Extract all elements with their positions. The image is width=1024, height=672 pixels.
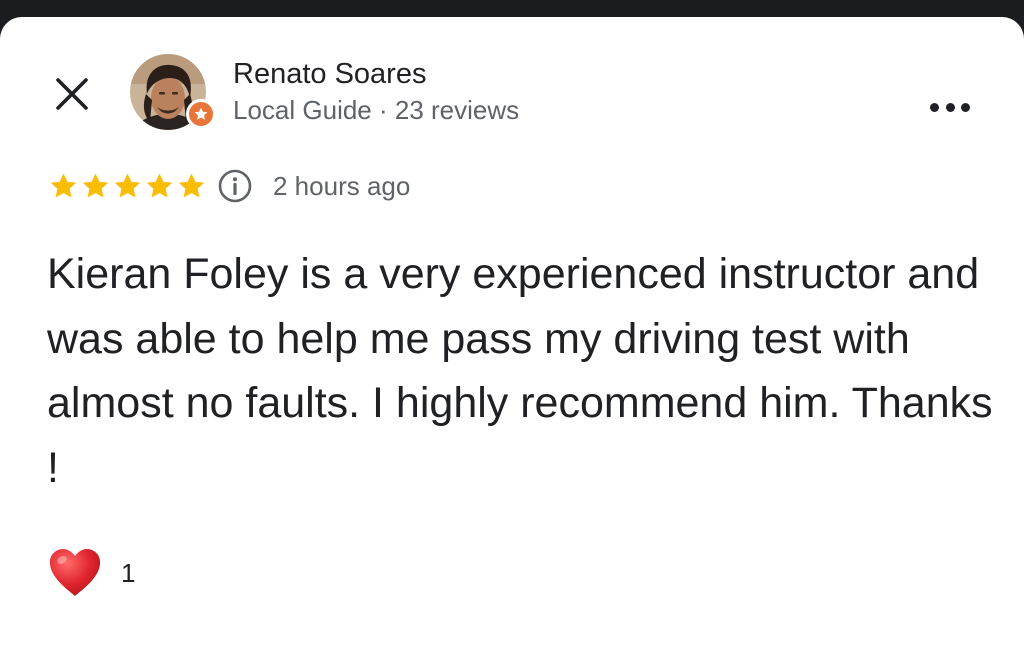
star-icon [146,173,173,198]
close-icon [56,78,88,110]
close-button[interactable] [52,74,92,114]
review-text: Kieran Foley is a very experienced instr… [47,250,993,492]
more-options-button[interactable] [926,89,974,125]
rating-row: 2 hours ago [48,167,410,205]
author-meta: Local Guide · 23 reviews [233,95,520,125]
review-time: 2 hours ago [273,170,411,201]
star-icon [114,173,141,198]
star-icon [50,173,77,198]
more-options-icon [930,102,939,112]
author-name[interactable]: Renato Soares [233,58,426,91]
heart-reaction-button[interactable]: 1 [47,545,135,601]
info-icon[interactable] [217,168,253,204]
red-heart-icon [49,549,101,596]
star-badge-icon [194,107,208,120]
star-icon [82,173,109,198]
local-guide-badge [186,99,216,129]
review-sheet: Renato Soares Local Guide · 23 reviews 2… [0,17,1024,672]
more-options-icon [961,102,970,112]
more-options-icon [945,102,955,112]
star-rating [48,171,207,202]
star-icon [178,173,205,198]
reaction-count: 1 [121,557,136,588]
